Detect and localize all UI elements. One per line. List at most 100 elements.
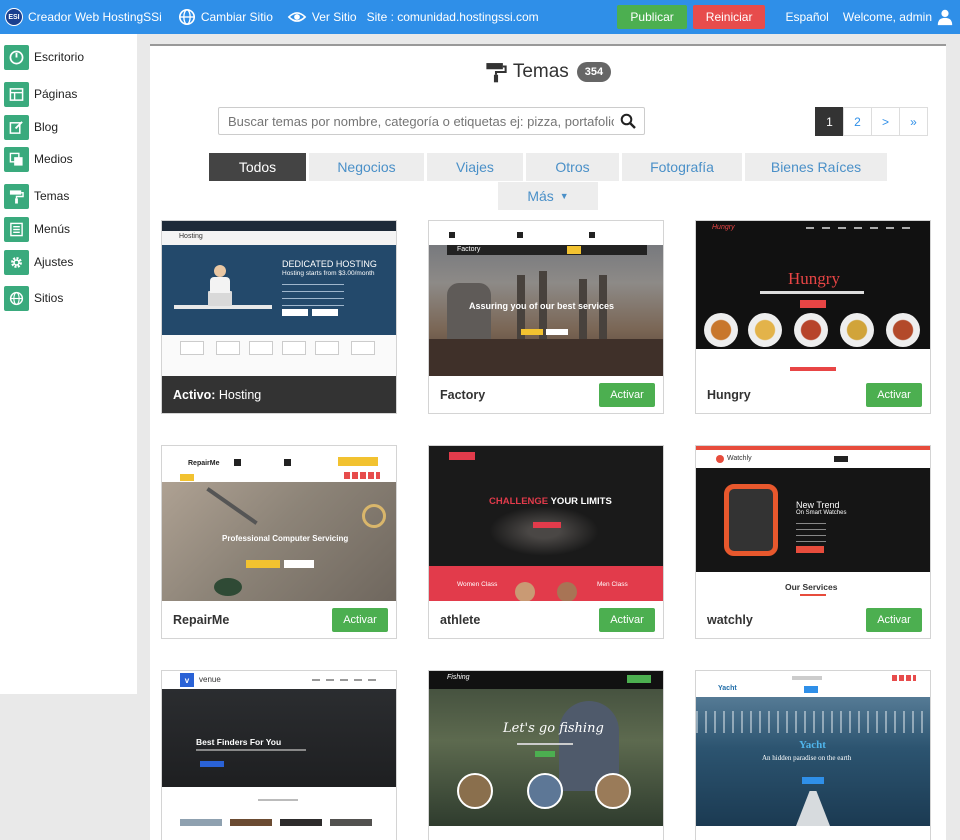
pagination: 1 2 > »	[815, 107, 928, 136]
theme-name-text: Hosting	[218, 387, 262, 402]
theme-name: Hungry	[707, 387, 751, 402]
thumb-subtitle: On Smart Watches	[796, 510, 847, 516]
thumb-right: Men Class	[597, 581, 628, 588]
thumb-title: New Trend	[796, 500, 840, 510]
pages-icon	[4, 81, 29, 107]
theme-card-footer: athlete Activar	[429, 601, 663, 638]
theme-thumbnail[interactable]: Watchly New Trend On Smart Watches Our S…	[696, 446, 930, 601]
theme-count-badge: 354	[576, 62, 612, 82]
thumb-title: Yacht	[799, 739, 826, 751]
sidebar-item-label: Escritorio	[34, 50, 85, 64]
brand-link[interactable]: ESI Creador Web HostingSSi	[0, 0, 167, 34]
active-prefix: Activo:	[173, 387, 216, 402]
blog-edit-icon	[4, 114, 29, 140]
thumb-title: Professional Computer Servicing	[222, 534, 349, 543]
theme-card-hosting[interactable]: Hosting DEDICATED HOSTING Hosting starts…	[161, 220, 397, 414]
thumb-logo: Factory	[457, 246, 481, 253]
activate-button[interactable]: Activar	[599, 382, 655, 407]
sidebar-item-label: Páginas	[34, 87, 78, 101]
activate-button[interactable]: Activar	[599, 607, 655, 632]
theme-card-watchly[interactable]: Watchly New Trend On Smart Watches Our S…	[695, 445, 931, 639]
sidebar-item-ajustes[interactable]: Ajustes	[4, 249, 73, 275]
tab-todos[interactable]: Todos	[209, 153, 306, 181]
sidebar-item-label: Medios	[34, 152, 73, 166]
change-site-label: Cambiar Sitio	[200, 10, 273, 24]
theme-name: Factory	[440, 387, 486, 402]
paint-roller-icon	[486, 63, 507, 83]
tab-fotografia[interactable]: Fotografía	[622, 153, 742, 181]
page-title: Temas	[512, 61, 569, 82]
thumb-title: Best Finders For You	[196, 737, 282, 747]
top-bar: ESI Creador Web HostingSSi Cambiar Sitio…	[0, 0, 960, 34]
activate-button[interactable]: Activar	[866, 382, 922, 407]
tab-bienes-raices[interactable]: Bienes Raíces	[745, 153, 887, 181]
sidebar-item-label: Sitios	[34, 291, 64, 305]
page-last[interactable]: »	[899, 107, 928, 136]
theme-card-factory[interactable]: Factory Assuring you of our best service…	[428, 220, 664, 414]
thumb-section: Our Services	[785, 582, 838, 592]
language-selector[interactable]: Español	[775, 10, 838, 24]
theme-card-yacht[interactable]: Yacht Yacht An hidden paradise on the ea…	[695, 670, 931, 840]
theme-name: athlete	[440, 612, 481, 627]
tab-otros[interactable]: Otros	[526, 153, 619, 181]
tab-mas-label: Más	[527, 188, 554, 204]
thumb-title: Assuring you of our best services	[469, 301, 615, 311]
sidebar-item-paginas[interactable]: Páginas	[4, 81, 77, 107]
theme-thumbnail[interactable]: Factory Assuring you of our best service…	[429, 221, 663, 376]
themes-panel: Temas 354 1 2 > » Todos Negocios Viajes …	[150, 44, 946, 840]
sidebar-item-label: Ajustes	[34, 255, 74, 269]
page-1[interactable]: 1	[815, 107, 844, 136]
theme-thumbnail[interactable]: Fishing Let's go fishing	[429, 671, 663, 826]
thumb-logo: Hosting	[179, 233, 203, 240]
theme-card-athlete[interactable]: CHALLENGE YOUR LIMITS Women Class Men Cl…	[428, 445, 664, 639]
restart-button[interactable]: Reiniciar	[692, 5, 766, 29]
search-icon[interactable]	[620, 113, 636, 129]
sidebar-item-label: Temas	[34, 189, 70, 203]
theme-card-footer: Factory Activar	[429, 376, 663, 413]
theme-card-venue[interactable]: v venue Best Finders For You	[161, 670, 397, 840]
sidebar-item-blog[interactable]: Blog	[4, 114, 58, 140]
activate-button[interactable]: Activar	[866, 607, 922, 632]
tab-negocios[interactable]: Negocios	[309, 153, 424, 181]
thumb-title-b: YOUR LIMITS	[550, 496, 612, 507]
welcome-user[interactable]: Welcome, admin	[839, 10, 936, 24]
theme-card-fishing[interactable]: Fishing Let's go fishing	[428, 670, 664, 840]
brand-label: Creador Web HostingSSi	[28, 10, 162, 24]
page-2[interactable]: 2	[843, 107, 872, 136]
publish-button[interactable]: Publicar	[617, 5, 687, 29]
eye-icon	[287, 12, 307, 22]
category-tabs: Todos Negocios Viajes Otros Fotografía B…	[209, 151, 889, 210]
theme-thumbnail[interactable]: RepairMe Professional Computer Servicing	[162, 446, 396, 601]
page-next[interactable]: >	[871, 107, 900, 136]
theme-thumbnail[interactable]: v venue Best Finders For You	[162, 671, 396, 826]
chevron-down-icon: ▼	[559, 191, 569, 201]
user-icon[interactable]	[936, 8, 954, 26]
site-address: Site : comunidad.hostingssi.com	[366, 10, 539, 24]
theme-thumbnail[interactable]: Yacht Yacht An hidden paradise on the ea…	[696, 671, 930, 826]
theme-thumbnail[interactable]: CHALLENGE YOUR LIMITS Women Class Men Cl…	[429, 446, 663, 601]
thumb-title-a: CHALLENGE	[489, 496, 549, 507]
theme-card-repairme[interactable]: RepairMe Professional Computer Servicing…	[161, 445, 397, 639]
globe-icon	[4, 285, 29, 311]
thumb-title: CHALLENGE YOUR LIMITS	[489, 496, 612, 507]
theme-card-hungry[interactable]: Hungry Hungry Hungry Activar	[695, 220, 931, 414]
sidebar-item-menus[interactable]: Menús	[4, 216, 70, 242]
globe-icon	[178, 8, 195, 26]
view-site-button[interactable]: Ver Sitio	[282, 0, 362, 34]
page-title-row: Temas 354	[150, 61, 946, 83]
sidebar-item-sitios[interactable]: Sitios	[4, 285, 63, 311]
change-site-button[interactable]: Cambiar Sitio	[173, 0, 278, 34]
search-input[interactable]	[219, 113, 614, 129]
sidebar-item-escritorio[interactable]: Escritorio	[4, 44, 84, 70]
menu-list-icon	[4, 216, 29, 242]
theme-thumbnail[interactable]: Hosting DEDICATED HOSTING Hosting starts…	[162, 221, 396, 376]
sidebar-item-temas[interactable]: Temas	[4, 183, 69, 209]
thumb-title: DEDICATED HOSTING	[282, 259, 377, 269]
gear-icon	[4, 249, 29, 275]
tab-mas[interactable]: Más ▼	[498, 182, 598, 210]
activate-button[interactable]: Activar	[332, 607, 388, 632]
theme-thumbnail[interactable]: Hungry Hungry	[696, 221, 930, 376]
tab-viajes[interactable]: Viajes	[427, 153, 523, 181]
sidebar-item-medios[interactable]: Medios	[4, 146, 73, 172]
thumb-logo: Hungry	[712, 224, 735, 231]
